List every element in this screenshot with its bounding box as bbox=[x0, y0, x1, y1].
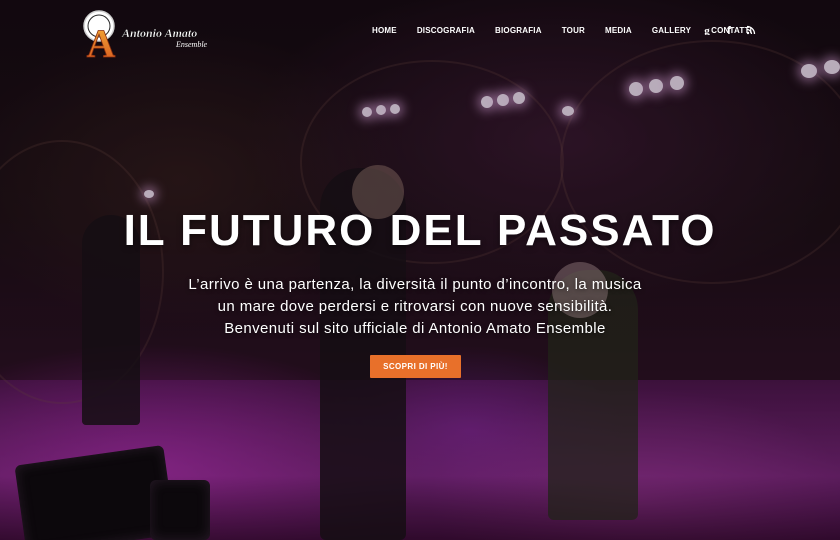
svg-text:A: A bbox=[87, 21, 116, 62]
nav-item-home[interactable]: HOME bbox=[372, 26, 397, 35]
nav-item-gallery[interactable]: GALLERY bbox=[652, 26, 691, 35]
nav-item-media[interactable]: MEDIA bbox=[605, 26, 632, 35]
social-links: g f bbox=[692, 23, 758, 37]
hero-overlay bbox=[0, 0, 840, 540]
svg-text:Antonio Amato: Antonio Amato bbox=[121, 26, 197, 40]
nav-item-tour[interactable]: TOUR bbox=[562, 26, 585, 35]
svg-text:Ensemble: Ensemble bbox=[175, 40, 208, 49]
logo-graphic: A Antonio Amato Ensemble bbox=[83, 10, 208, 62]
hero-text-line: Benvenuti sul sito ufficiale di Antonio … bbox=[224, 320, 606, 337]
nav-item-biografia[interactable]: BIOGRAFIA bbox=[495, 26, 542, 35]
svg-text:g: g bbox=[704, 25, 710, 35]
google-plus-icon[interactable]: g bbox=[700, 23, 714, 37]
facebook-icon[interactable]: f bbox=[722, 23, 736, 37]
rss-icon[interactable] bbox=[744, 23, 758, 37]
hero-text-line: un mare dove perdersi e ritrovarsi con n… bbox=[217, 298, 613, 315]
nav-item-discografia[interactable]: DISCOGRAFIA bbox=[417, 26, 475, 35]
scopri-di-piu-button[interactable]: SCOPRI DI PIÙ! bbox=[370, 355, 461, 378]
svg-text:f: f bbox=[727, 25, 731, 35]
hero-title: IL FUTURO DEL PASSATO bbox=[123, 206, 717, 255]
site-logo[interactable]: A Antonio Amato Ensemble bbox=[76, 6, 216, 62]
hero-text-line: L’arrivo è una partenza, la diversità il… bbox=[188, 276, 642, 293]
